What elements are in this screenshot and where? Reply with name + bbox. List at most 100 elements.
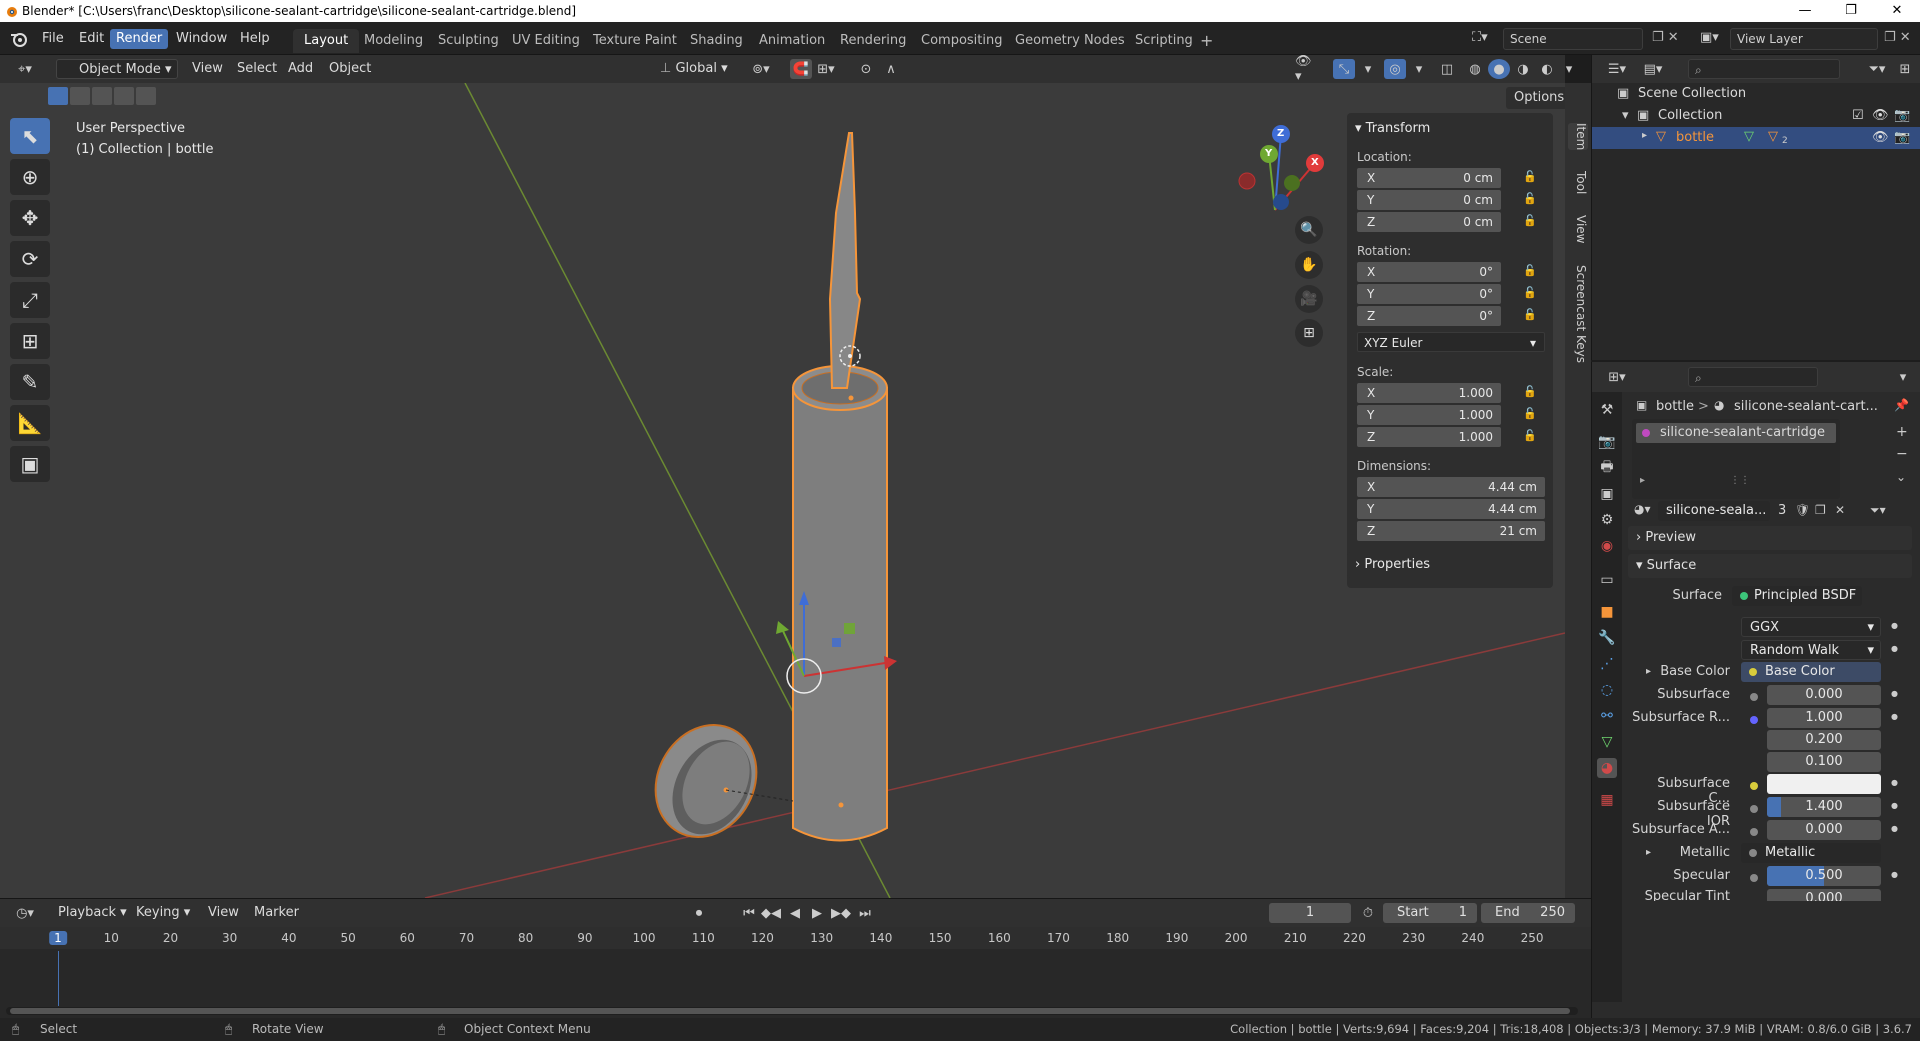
menu-timeline-view[interactable]: View <box>204 903 243 923</box>
menu-view[interactable]: View <box>188 59 227 79</box>
shading-dropdown-icon[interactable]: ▾ <box>1558 59 1580 79</box>
menu-render[interactable]: Render <box>110 29 169 49</box>
menu-marker[interactable]: Marker <box>250 903 303 923</box>
camera-render-icon[interactable]: 📷 <box>1894 130 1910 145</box>
outliner-search[interactable]: ⌕ <box>1688 59 1840 79</box>
lock-icon[interactable]: 🔓 <box>1523 286 1539 300</box>
tab-screencast-keys[interactable]: Screencast Keys <box>1568 265 1588 363</box>
expand-icon[interactable]: ▸ <box>1642 130 1647 141</box>
location-y-field[interactable]: Y 0 cm <box>1357 190 1501 210</box>
menu-select[interactable]: Select <box>233 59 281 79</box>
lock-icon[interactable]: 🔓 <box>1523 264 1539 278</box>
surface-shader-field[interactable]: Principled BSDF <box>1732 586 1862 606</box>
mode-dropdown[interactable]: Object Mode ▾ <box>56 59 178 79</box>
hand-icon[interactable]: ✋ <box>1295 251 1323 279</box>
add-cube-icon[interactable]: ▣ <box>10 446 50 482</box>
resize-handle[interactable]: ⋮⋮ <box>1730 475 1750 486</box>
keyframe-dot-icon[interactable]: ● <box>1891 801 1898 810</box>
add-slot-icon[interactable]: + <box>1896 424 1908 440</box>
editor-type-icon[interactable]: ⌖▾ <box>14 59 36 79</box>
nav-axis-y-label[interactable]: Y <box>1265 148 1272 159</box>
camera-render-icon[interactable]: 📷 <box>1894 108 1910 123</box>
expand-icon[interactable]: ▾ <box>1622 108 1629 123</box>
dimensions-x-field[interactable]: X 4.44 cm <box>1357 477 1545 497</box>
play-reverse-icon[interactable]: ◀ <box>784 903 806 923</box>
specular-tint-field[interactable]: 0.000 <box>1767 889 1881 901</box>
rotation-y-field[interactable]: Y 0° <box>1357 284 1501 304</box>
tab-geometry-nodes[interactable]: Geometry Nodes <box>1004 29 1136 53</box>
base-color-field[interactable]: Base Color <box>1741 662 1881 682</box>
falloff-icon[interactable]: ∧ <box>880 59 902 79</box>
object-tab-icon[interactable]: ■ <box>1597 602 1617 622</box>
menu-playback[interactable]: Playback ▾ <box>54 903 131 923</box>
subsurface-field[interactable]: 0.000 <box>1767 685 1881 705</box>
properties-options-icon[interactable]: ▾ <box>1892 367 1914 387</box>
lock-icon[interactable]: 🔓 <box>1523 407 1539 421</box>
camera-icon[interactable]: 🎥 <box>1295 285 1323 313</box>
material-tab-icon[interactable]: ◕ <box>1597 758 1617 778</box>
lock-icon[interactable]: 🔓 <box>1523 214 1539 228</box>
orientation-dropdown[interactable]: ⊥ Global ▾ <box>656 59 732 79</box>
collection-tab-icon[interactable]: ▭ <box>1597 570 1617 590</box>
dimensions-z-field[interactable]: Z 21 cm <box>1357 521 1545 541</box>
location-x-field[interactable]: X 0 cm <box>1357 168 1501 188</box>
tab-compositing[interactable]: Compositing <box>910 29 1014 53</box>
menu-file[interactable]: File <box>36 29 70 49</box>
select-invert-icon[interactable] <box>114 87 134 105</box>
playhead-line[interactable] <box>58 951 59 1006</box>
properties-editor-icon[interactable]: ⊞▾ <box>1606 367 1628 387</box>
menu-edit[interactable]: Edit <box>73 29 110 49</box>
output-tab-icon[interactable]: 🖶 <box>1597 458 1617 478</box>
rotation-z-field[interactable]: Z 0° <box>1357 306 1501 326</box>
menu-keying[interactable]: Keying ▾ <box>132 903 194 923</box>
timeline-scrollbar[interactable] <box>6 1007 1578 1015</box>
keyframe-dot-icon[interactable]: ● <box>1891 824 1898 833</box>
lock-icon[interactable]: 🔓 <box>1523 308 1539 322</box>
measure-icon[interactable]: 📐 <box>10 405 50 441</box>
maximize-button[interactable]: ❐ <box>1828 0 1874 22</box>
nav-axis-x-label[interactable]: X <box>1311 157 1319 168</box>
add-workspace-icon[interactable]: + <box>1200 31 1213 50</box>
subsurface-radius-x-field[interactable]: 1.000 <box>1767 708 1881 728</box>
subsurface-radius-z-field[interactable]: 0.100 <box>1767 752 1881 772</box>
play-icon[interactable]: ▶ <box>806 903 828 923</box>
proportional-edit-icon[interactable]: ⊙ <box>855 59 877 79</box>
current-frame-field[interactable]: 1 <box>1269 903 1351 923</box>
menu-window[interactable]: Window <box>170 29 233 49</box>
gizmo-icon[interactable]: ⤡ <box>1333 59 1355 79</box>
solid-shading-icon[interactable]: ● <box>1488 59 1510 79</box>
scene-icon[interactable]: ⛶▾ <box>1472 30 1488 45</box>
transform-icon[interactable]: ⊞ <box>10 323 50 359</box>
dimensions-y-field[interactable]: Y 4.44 cm <box>1357 499 1545 519</box>
visibility-icon[interactable]: 👁▾ <box>1295 54 1317 84</box>
lock-icon[interactable]: 🔓 <box>1523 385 1539 399</box>
select-new-icon[interactable] <box>48 87 68 105</box>
scrollbar-thumb[interactable] <box>10 1008 1570 1014</box>
xray-icon[interactable]: ◫ <box>1436 59 1458 79</box>
material-name-field[interactable]: silicone-seala... <box>1658 501 1770 521</box>
tab-rendering[interactable]: Rendering <box>829 29 917 53</box>
overlay-dropdown-icon[interactable]: ▾ <box>1408 59 1430 79</box>
eye-icon[interactable]: 👁 <box>1872 108 1889 123</box>
stopwatch-icon[interactable]: ⏱ <box>1357 903 1379 923</box>
minimize-button[interactable]: — <box>1782 0 1828 22</box>
data-tab-icon[interactable]: ▽ <box>1597 732 1617 752</box>
tab-view[interactable]: View <box>1568 215 1588 243</box>
gizmo-dropdown-icon[interactable]: ▾ <box>1357 59 1379 79</box>
material-slot-item[interactable]: silicone-sealant-cartridge <box>1636 423 1836 443</box>
options-dropdown[interactable]: Options ▾ <box>1506 87 1565 127</box>
prev-keyframe-icon[interactable]: ◆◀ <box>760 903 782 923</box>
tab-scripting[interactable]: Scripting <box>1124 29 1204 53</box>
menu-object[interactable]: Object <box>325 59 375 79</box>
overlay-icon[interactable]: ◎ <box>1384 59 1406 79</box>
nav-axis-z-label[interactable]: Z <box>1277 128 1284 139</box>
blender-menu-icon[interactable] <box>10 31 28 47</box>
tab-shading[interactable]: Shading <box>679 29 754 53</box>
surface-panel[interactable]: ▾ Surface <box>1628 554 1912 578</box>
modifier-tab-icon[interactable]: 🔧 <box>1597 628 1617 648</box>
keyframe-dot-icon[interactable]: ● <box>1891 870 1898 879</box>
particles-tab-icon[interactable]: ⋰ <box>1597 654 1617 674</box>
lock-icon[interactable]: 🔓 <box>1523 192 1539 206</box>
eye-icon[interactable]: 👁 <box>1872 130 1889 145</box>
remove-slot-icon[interactable]: − <box>1896 446 1908 462</box>
